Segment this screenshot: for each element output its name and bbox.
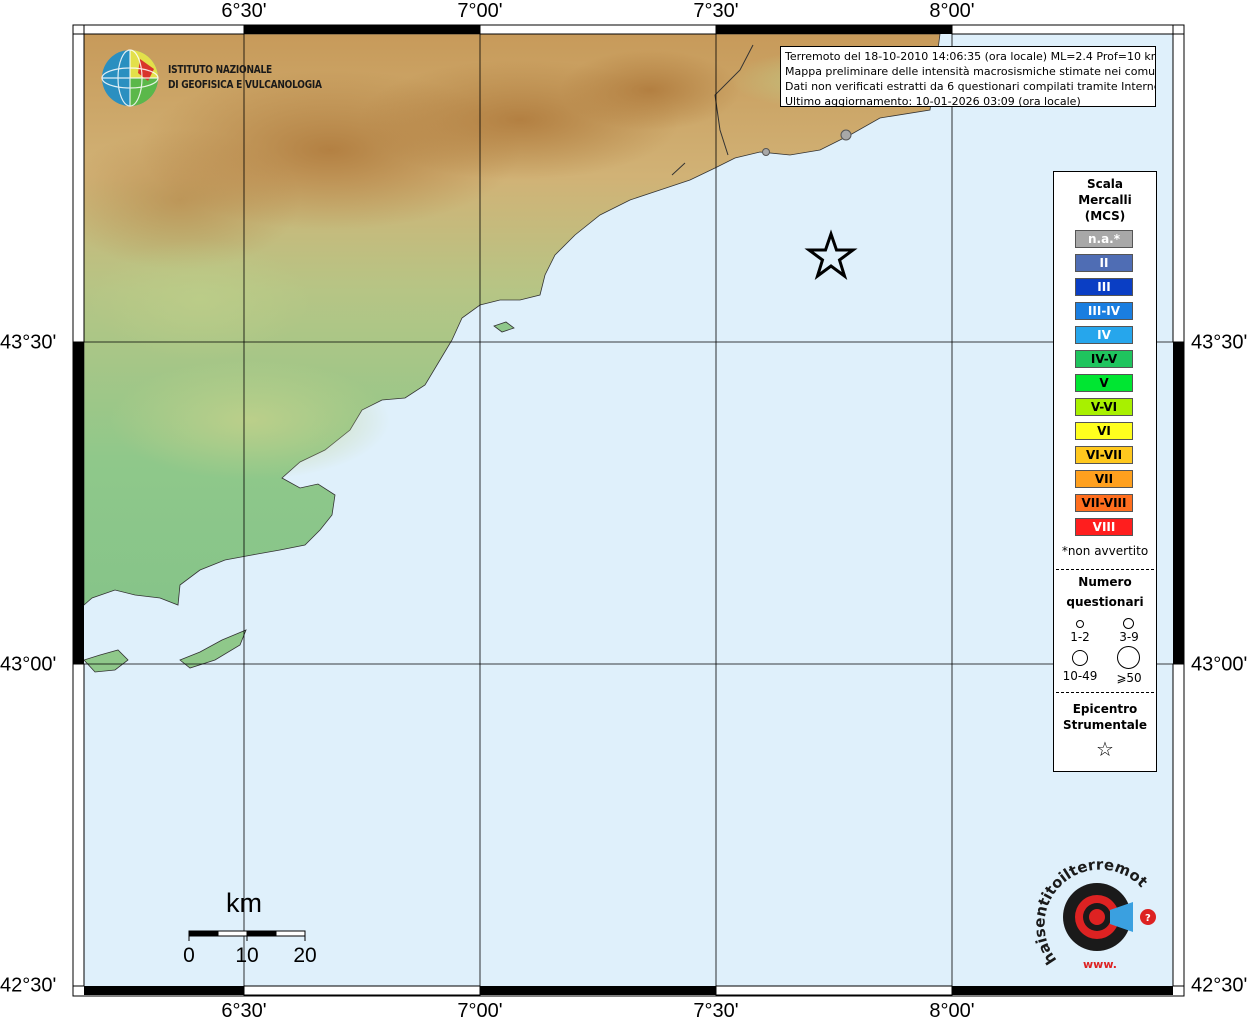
haisentito-logo: ? haisentitoilterremoto.it www. [1030, 846, 1165, 972]
legend-title-line2: Mercalli [1078, 193, 1132, 207]
legend-title-line3: (MCS) [1084, 209, 1126, 223]
intensity-swatch: VII [1075, 470, 1133, 488]
lat-label-right: 43°30' [1191, 331, 1248, 354]
scale-bar-label: 0 [183, 944, 195, 967]
lat-label-left: 43°00' [0, 653, 57, 676]
lon-label-bottom: 7°00' [457, 1000, 503, 1022]
event-info-box: Terremoto del 18-10-2010 14:06:35 (ora l… [780, 46, 1156, 107]
q-size-large-circle [1072, 650, 1088, 666]
legend-divider [1056, 569, 1154, 570]
epicenter-star-icon: ☆ [1096, 737, 1114, 761]
q-size-medium-circle [1123, 618, 1134, 629]
questionnaires-title-line1: Numero [1078, 575, 1132, 589]
intensity-swatch: V [1075, 374, 1133, 392]
lat-label-right: 42°30' [1191, 974, 1248, 997]
not-felt-note: *non avvertito [1061, 544, 1149, 558]
questionnaires-title-line2: questionari [1066, 595, 1144, 609]
globe-icon [101, 49, 159, 107]
scale-bar-title: km [226, 888, 262, 918]
haisentito-logo-graphic: ? haisentitoilterremoto.it www. [1030, 846, 1156, 971]
scale-bar-label: 10 [235, 944, 259, 967]
q-size-label: 1-2 [1070, 630, 1090, 644]
lat-label-left: 42°30' [0, 974, 57, 997]
q-size-label: 3-9 [1119, 630, 1139, 644]
q-size-small-circle [1076, 620, 1084, 628]
intensity-swatch: III-IV [1075, 302, 1133, 320]
legend-title-line1: Scala [1086, 177, 1124, 191]
haisentito-logo-prefix: www. [1083, 958, 1117, 971]
q-size-xlarge-circle [1117, 646, 1140, 669]
last-update: Ultimo aggiornamento: 10-01-2026 03:09 (… [785, 95, 1081, 107]
ingv-logo: ISTITUTO NAZIONALE DI GEOFISICA E VULCAN… [100, 47, 330, 109]
intensity-swatch: VI-VII [1075, 446, 1133, 464]
q-size-label: 10-49 [1062, 669, 1098, 683]
lon-label-top: 6°30' [221, 0, 267, 22]
intensity-swatch: VIII [1075, 518, 1133, 536]
intensity-swatch: VII-VIII [1075, 494, 1133, 512]
lon-label-top: 8°00' [929, 0, 975, 22]
event-title: Terremoto del 18-10-2010 14:06:35 (ora l… [785, 50, 1156, 63]
intensity-swatch: III [1075, 278, 1133, 296]
intensity-swatch: VI [1075, 422, 1133, 440]
intensity-swatch: IV-V [1075, 350, 1133, 368]
legend-divider [1056, 692, 1154, 693]
intensity-swatch: IV [1075, 326, 1133, 344]
epicenter-title-line1: Epicentro [1072, 702, 1138, 716]
questionnaire-point [762, 148, 770, 156]
intensity-swatch: V-VI [1075, 398, 1133, 416]
questionnaire-point [840, 129, 852, 141]
data-note: Dati non verificati estratti da 6 questi… [785, 80, 1156, 93]
lon-label-bottom: 7°30' [693, 1000, 739, 1022]
ingv-name-line1: ISTITUTO NAZIONALE [168, 63, 272, 76]
lon-label-bottom: 8°00' [929, 1000, 975, 1022]
scale-bar-label: 20 [293, 944, 317, 967]
map-description: Mappa preliminare delle intensità macros… [785, 65, 1156, 78]
svg-text:?: ? [1145, 913, 1151, 924]
epicenter-title-line2: Strumentale [1062, 718, 1148, 732]
lat-label-left: 43°30' [0, 331, 57, 354]
lon-label-bottom: 6°30' [221, 1000, 267, 1022]
q-size-label: ⩾50 [1116, 671, 1142, 685]
lon-label-top: 7°30' [693, 0, 739, 22]
intensity-swatch: n.a.* [1075, 230, 1133, 248]
lon-label-top: 7°00' [457, 0, 503, 22]
lat-label-right: 43°00' [1191, 653, 1248, 676]
legend: Scala Mercalli (MCS) n.a.* II III III-IV IV I… [1053, 171, 1157, 772]
ingv-name-line2: DI GEOFISICA E VULCANOLOGIA [168, 78, 322, 91]
intensity-swatch: II [1075, 254, 1133, 272]
